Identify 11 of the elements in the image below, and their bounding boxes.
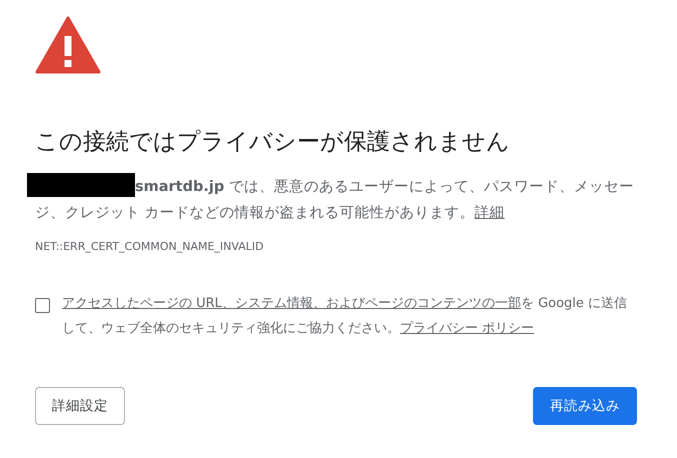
error-code: NET::ERR_CERT_COMMON_NAME_INVALID — [35, 240, 264, 253]
page-title: この接続ではプライバシーが保護されません — [35, 128, 511, 157]
reload-button[interactable]: 再読み込み — [533, 387, 637, 425]
consent-checkbox[interactable] — [35, 298, 50, 313]
warning-message: smartdb.jp では、悪意のあるユーザーによって、パスワード、メッセージ、クレジット カードなどの情報が盗まれる可能性があります。詳細 — [35, 173, 637, 226]
data-link[interactable]: アクセスしたページの URL、システム情報、およびページのコンテンツの一部 — [62, 296, 521, 311]
warning-icon — [35, 16, 101, 74]
consent-text: アクセスしたページの URL、システム情報、およびページのコンテンツの一部を Google に送信して、ウェブ全体のセキュリティ強化にご協力ください。プライバシー ポリシー — [62, 295, 628, 338]
advanced-button[interactable]: 詳細設定 — [35, 387, 125, 425]
privacy-policy-link[interactable]: プライバシー ポリシー — [400, 321, 534, 336]
details-link[interactable]: 詳細 — [474, 205, 505, 221]
